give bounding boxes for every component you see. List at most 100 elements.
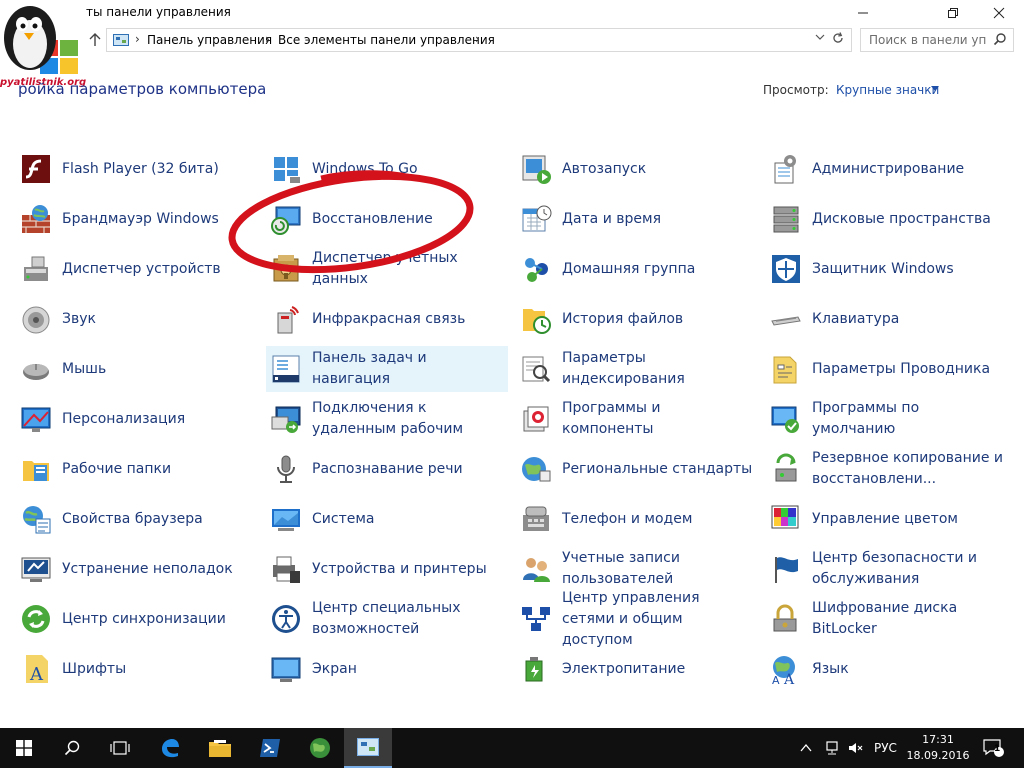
control-panel-item[interactable]: Панель задач и навигация <box>266 346 508 392</box>
control-panel-item[interactable]: Электропитание <box>516 646 758 692</box>
control-panel-item[interactable]: Брандмауэр Windows <box>16 196 258 242</box>
control-panel-item-label: Резервное копирование и восстановлени... <box>812 450 1004 487</box>
svg-text:A: A <box>29 664 44 685</box>
control-panel-item[interactable]: Центр безопасности и обслуживания <box>766 546 1008 592</box>
security-maintenance-icon <box>775 557 798 583</box>
minimize-button[interactable] <box>840 0 886 26</box>
control-panel-item-label: Домашняя группа <box>562 260 696 277</box>
globe-app-button[interactable] <box>296 728 344 768</box>
close-button[interactable] <box>976 0 1022 26</box>
show-hidden-icons-button[interactable] <box>800 728 812 768</box>
control-panel-item[interactable]: Дисковые пространства <box>766 196 1008 242</box>
site-logo: pyatilistnik.org <box>0 0 86 92</box>
breadcrumb-all-items[interactable]: Все элементы панели управления <box>278 33 495 47</box>
powershell-icon <box>260 739 280 757</box>
powershell-button[interactable] <box>246 728 294 768</box>
control-panel-item[interactable]: Устройства и принтеры <box>266 546 508 592</box>
control-panel-item[interactable]: Центр специальных возможностей <box>266 596 508 642</box>
control-panel-item[interactable]: A Шрифты <box>16 646 258 692</box>
task-view-icon <box>110 741 130 755</box>
infrared-icon <box>277 306 299 334</box>
control-panel-taskbar-button[interactable] <box>344 728 392 768</box>
view-label: Просмотр: <box>763 83 829 97</box>
control-panel-item[interactable]: A A Язык <box>766 646 1008 692</box>
control-panel-item[interactable]: Шифрование диска BitLocker <box>766 596 1008 642</box>
control-panel-item[interactable]: Flash Player (32 бита) <box>16 146 258 192</box>
control-panel-item-label: Язык <box>812 660 849 677</box>
start-button[interactable] <box>0 728 48 768</box>
restore-icon <box>948 8 958 18</box>
task-view-button[interactable] <box>96 728 144 768</box>
control-panel-item[interactable]: Учетные записи пользователей <box>516 546 758 592</box>
up-button[interactable] <box>86 30 104 50</box>
input-language-indicator[interactable]: РУС <box>874 728 897 768</box>
control-panel-item[interactable]: Домашняя группа <box>516 246 758 292</box>
control-panel-item[interactable]: Резервное копирование и восстановлени... <box>766 446 1008 492</box>
address-history-dropdown-icon[interactable] <box>815 32 825 45</box>
control-panel-item-label: Звук <box>62 310 96 327</box>
control-panel-item[interactable]: Мышь <box>16 346 258 392</box>
control-panel-item[interactable]: Диспетчер устройств <box>16 246 258 292</box>
file-explorer-button[interactable] <box>196 728 244 768</box>
address-bar[interactable]: › Панель управления › Все элементы панел… <box>106 28 852 52</box>
control-panel-item[interactable]: Звук <box>16 296 258 342</box>
breadcrumb-chevron-icon: › <box>265 32 270 46</box>
control-panel-item-label: Программы и компоненты <box>562 400 661 437</box>
control-panel-item[interactable]: Рабочие папки <box>16 446 258 492</box>
device-manager-icon <box>24 256 48 281</box>
search-icon[interactable] <box>993 32 1007 46</box>
clock[interactable]: 17:31 18.09.2016 <box>906 732 970 764</box>
network-tray-button[interactable] <box>824 728 840 768</box>
firewall-icon <box>22 205 50 233</box>
control-panel-item[interactable]: Автозапуск <box>516 146 758 192</box>
control-panel-item[interactable]: Дата и время <box>516 196 758 242</box>
explorer-options-icon <box>773 356 797 384</box>
caret-down-icon[interactable] <box>931 86 939 91</box>
notifications-icon <box>983 739 1004 757</box>
control-panel-item[interactable]: Клавиатура <box>766 296 1008 342</box>
window-title: ты панели управления <box>86 5 231 19</box>
control-panel-item[interactable]: Система <box>266 496 508 542</box>
search-input[interactable] <box>869 33 987 47</box>
speech-recognition-icon <box>277 455 295 483</box>
search-taskbar-button[interactable] <box>48 728 96 768</box>
control-panel-item[interactable]: Программы по умолчанию <box>766 396 1008 442</box>
page-title: ройка параметров компьютера <box>18 80 267 98</box>
control-panel-item[interactable]: Экран <box>266 646 508 692</box>
control-panel-item[interactable]: Центр управления сетями и общим доступом <box>516 590 758 648</box>
control-panel-item[interactable]: Управление цветом <box>766 496 1008 542</box>
control-panel-item[interactable]: Параметры Проводника <box>766 346 1008 392</box>
default-programs-icon <box>771 406 799 433</box>
control-panel-item[interactable]: История файлов <box>516 296 758 342</box>
edge-button[interactable] <box>146 728 194 768</box>
control-panel-item[interactable]: Региональные стандарты <box>516 446 758 492</box>
volume-tray-button[interactable] <box>848 728 864 768</box>
control-panel-item-label: Подключения к удаленным рабочим <box>312 400 464 437</box>
control-panel-item-label: Рабочие папки <box>62 460 172 477</box>
control-panel-item[interactable]: Параметры индексирования <box>516 346 758 392</box>
refresh-icon[interactable] <box>831 31 845 49</box>
control-panel-item[interactable]: Администрирование <box>766 146 1008 192</box>
search-box[interactable] <box>860 28 1014 52</box>
sync-center-icon <box>22 605 50 633</box>
control-panel-item[interactable]: Распознавание речи <box>266 446 508 492</box>
control-panel-item[interactable]: Центр синхронизации <box>16 596 258 642</box>
windows-defender-icon <box>772 255 800 283</box>
breadcrumb-chevron-icon[interactable]: › <box>475 32 480 46</box>
control-panel-item-label: Автозапуск <box>562 160 647 177</box>
maximize-button[interactable] <box>930 0 976 26</box>
view-mode-dropdown[interactable]: Крупные значки <box>836 83 939 97</box>
control-panel-item-label: Инфракрасная связь <box>312 310 466 327</box>
action-center-button[interactable]: 1 <box>982 728 1004 768</box>
control-panel-item[interactable]: Инфракрасная связь <box>266 296 508 342</box>
breadcrumb-control-panel[interactable]: Панель управления <box>147 33 272 47</box>
control-panel-item[interactable]: Телефон и модем <box>516 496 758 542</box>
control-panel-item[interactable]: Устранение неполадок <box>16 546 258 592</box>
autoplay-icon <box>522 155 551 184</box>
control-panel-item[interactable]: Защитник Windows <box>766 246 1008 292</box>
control-panel-item[interactable]: Персонализация <box>16 396 258 442</box>
control-panel-item[interactable]: Подключения к удаленным рабочим <box>266 396 508 442</box>
control-panel-item[interactable]: Программы и компоненты <box>516 396 758 442</box>
control-panel-item-label: Учетные записи пользователей <box>562 550 680 587</box>
control-panel-item[interactable]: Свойства браузера <box>16 496 258 542</box>
